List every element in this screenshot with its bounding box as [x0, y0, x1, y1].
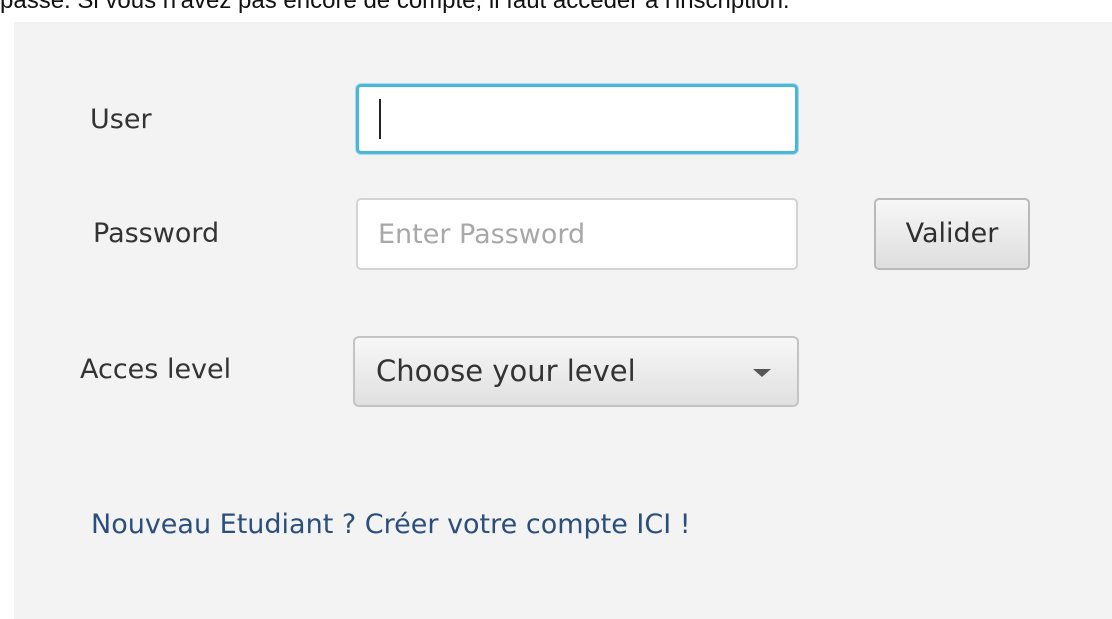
text-cursor	[379, 99, 381, 139]
valider-button[interactable]: Valider	[874, 198, 1030, 270]
access-level-selected-value: Choose your level	[376, 354, 636, 388]
login-form-panel: User Password Valider Acces level Choose…	[14, 22, 1112, 619]
password-input[interactable]	[356, 198, 798, 270]
instruction-text: passe. Si vous n'avez pas encore de comp…	[0, 0, 790, 14]
login-page: passe. Si vous n'avez pas encore de comp…	[0, 0, 1112, 619]
create-account-link[interactable]: Nouveau Etudiant ? Créer votre compte IC…	[91, 509, 691, 540]
user-input[interactable]	[356, 84, 798, 154]
access-level-label: Acces level	[80, 354, 232, 385]
password-label: Password	[93, 218, 220, 249]
access-level-select[interactable]: Choose your level	[353, 336, 799, 407]
user-label: User	[90, 104, 152, 135]
chevron-down-icon	[753, 369, 771, 377]
